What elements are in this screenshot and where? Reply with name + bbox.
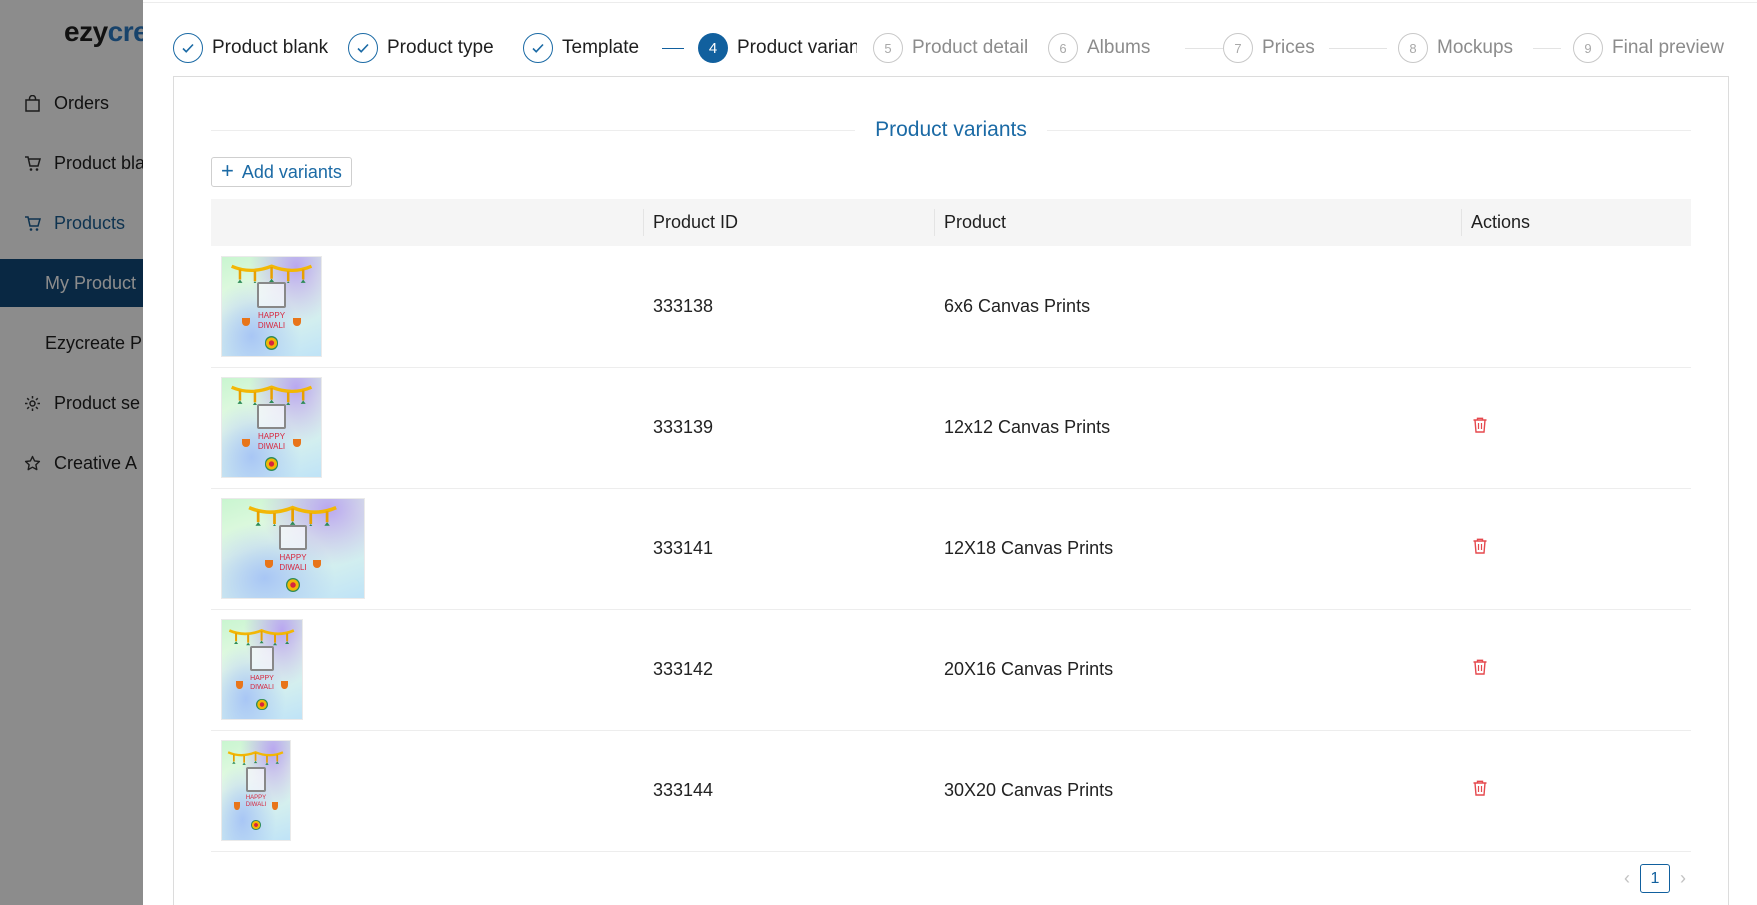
image-placeholder-icon — [278, 524, 308, 551]
product-name-cell: 12x12 Canvas Prints — [934, 367, 1461, 489]
product-id-cell: 333138 — [643, 246, 934, 368]
check-icon — [348, 33, 378, 63]
step-number: 6 — [1048, 33, 1078, 63]
actions-cell — [1461, 246, 1691, 368]
step-label: Template — [562, 37, 640, 58]
variant-thumbnail[interactable]: HAPPY DIWALI — [221, 740, 291, 841]
garland-decoration — [230, 385, 313, 405]
variant-thumbnail[interactable]: HAPPY DIWALI — [221, 619, 303, 720]
image-placeholder-icon — [250, 645, 274, 672]
step-label: Mockups — [1437, 37, 1514, 58]
image-placeholder-icon — [245, 766, 267, 793]
product-id-cell: 333141 — [643, 488, 934, 610]
table-header-row: Product ID Product Actions — [211, 199, 1691, 246]
step-product-variants[interactable]: 4 Product varian — [698, 30, 857, 66]
add-variants-label: Add variants — [241, 161, 342, 182]
variant-thumbnail[interactable]: HAPPY DIWALI — [221, 377, 322, 478]
step-prices[interactable]: 7 Prices — [1223, 30, 1315, 66]
product-name-cell: 20X16 Canvas Prints — [934, 609, 1461, 731]
next-page-button[interactable]: › — [1670, 868, 1696, 889]
table-row: HAPPY DIWALI 333139 12x12 Canvas Prints — [211, 367, 1691, 489]
section-title: Product variants — [875, 118, 1027, 141]
step-label: Albums — [1087, 37, 1151, 58]
wizard-steps: Product blank Product type Template 4 Pr… — [173, 30, 1733, 66]
thumbnail-cell: HAPPY DIWALI — [211, 609, 643, 731]
step-connector — [1533, 48, 1561, 49]
product-wizard-drawer: Product blank Product type Template 4 Pr… — [143, 0, 1757, 905]
delete-icon[interactable] — [1471, 779, 1489, 802]
thumbnail-cell: HAPPY DIWALI — [211, 367, 643, 489]
product-id-cell: 333139 — [643, 367, 934, 489]
step-albums[interactable]: 6 Albums — [1048, 30, 1150, 66]
pagination: ‹ 1 › — [1614, 864, 1696, 893]
step-number: 8 — [1398, 33, 1428, 63]
table-row: HAPPY DIWALI 333138 6x6 Canvas Prints — [211, 246, 1691, 368]
step-connector — [662, 48, 684, 49]
rangoli-icon — [256, 699, 268, 711]
garland-decoration — [248, 505, 338, 526]
step-mockups[interactable]: 8 Mockups — [1398, 30, 1513, 66]
garland-decoration — [228, 751, 284, 765]
actions-cell — [1461, 730, 1691, 852]
step-label: Product detail — [912, 37, 1029, 58]
column-header-product: Product — [934, 199, 1461, 246]
step-connector — [1329, 48, 1387, 49]
delete-icon[interactable] — [1471, 416, 1489, 439]
step-label: Product blank — [212, 37, 329, 58]
step-label: Product type — [387, 37, 494, 58]
step-product-details[interactable]: 5 Product detail — [873, 30, 1034, 66]
step-number: 9 — [1573, 33, 1603, 63]
product-name-cell: 6x6 Canvas Prints — [934, 246, 1461, 368]
column-header-product-id: Product ID — [643, 199, 934, 246]
actions-cell — [1461, 488, 1691, 610]
image-placeholder-icon — [256, 282, 287, 309]
step-label: Final preview — [1612, 37, 1724, 58]
actions-cell — [1461, 367, 1691, 489]
section-header: Product variants — [211, 115, 1691, 145]
delete-icon[interactable] — [1471, 658, 1489, 681]
thumbnail-cell: HAPPY DIWALI — [211, 246, 643, 368]
actions-cell — [1461, 609, 1691, 731]
thumbnail-cell: HAPPY DIWALI — [211, 730, 643, 852]
prev-page-button[interactable]: ‹ — [1614, 868, 1640, 889]
check-icon — [523, 33, 553, 63]
variant-thumbnail[interactable]: HAPPY DIWALI — [221, 255, 322, 357]
step-connector — [1185, 48, 1223, 49]
variants-table: Product ID Product Actions HAPPY DIWALI … — [211, 199, 1691, 852]
table-row: HAPPY DIWALI 333142 20X16 Canvas Prints — [211, 609, 1691, 731]
add-variants-button[interactable]: + Add variants — [211, 157, 352, 187]
step-product-type[interactable]: Product type — [348, 30, 494, 66]
delete-icon[interactable] — [1471, 537, 1489, 560]
rangoli-icon — [251, 820, 261, 830]
step-product-blank[interactable]: Product blank — [173, 30, 328, 66]
step-template[interactable]: Template — [523, 30, 639, 66]
table-row: HAPPY DIWALI 333141 12X18 Canvas Prints — [211, 488, 1691, 610]
rangoli-icon — [264, 335, 279, 350]
column-header-image — [211, 199, 643, 246]
column-header-actions: Actions — [1461, 199, 1691, 246]
step-number: 4 — [698, 33, 728, 63]
variants-panel: Product variants + Add variants Product … — [173, 76, 1729, 905]
step-final-preview[interactable]: 9 Final preview — [1573, 30, 1724, 66]
thumbnail-cell: HAPPY DIWALI — [211, 488, 643, 610]
image-placeholder-icon — [256, 403, 287, 430]
product-id-cell: 333142 — [643, 609, 934, 731]
step-label: Prices — [1262, 37, 1315, 58]
product-name-cell: 12X18 Canvas Prints — [934, 488, 1461, 610]
check-icon — [173, 33, 203, 63]
page-1-button[interactable]: 1 — [1640, 864, 1670, 893]
garland-decoration — [230, 264, 313, 284]
plus-icon: + — [221, 158, 234, 183]
product-name-cell: 30X20 Canvas Prints — [934, 730, 1461, 852]
table-row: HAPPY DIWALI 333144 30X20 Canvas Prints — [211, 730, 1691, 852]
step-number: 7 — [1223, 33, 1253, 63]
garland-decoration — [229, 628, 295, 646]
product-id-cell: 333144 — [643, 730, 934, 852]
step-number: 5 — [873, 33, 903, 63]
variant-thumbnail[interactable]: HAPPY DIWALI — [221, 498, 365, 599]
step-label: Product varian — [737, 37, 857, 58]
